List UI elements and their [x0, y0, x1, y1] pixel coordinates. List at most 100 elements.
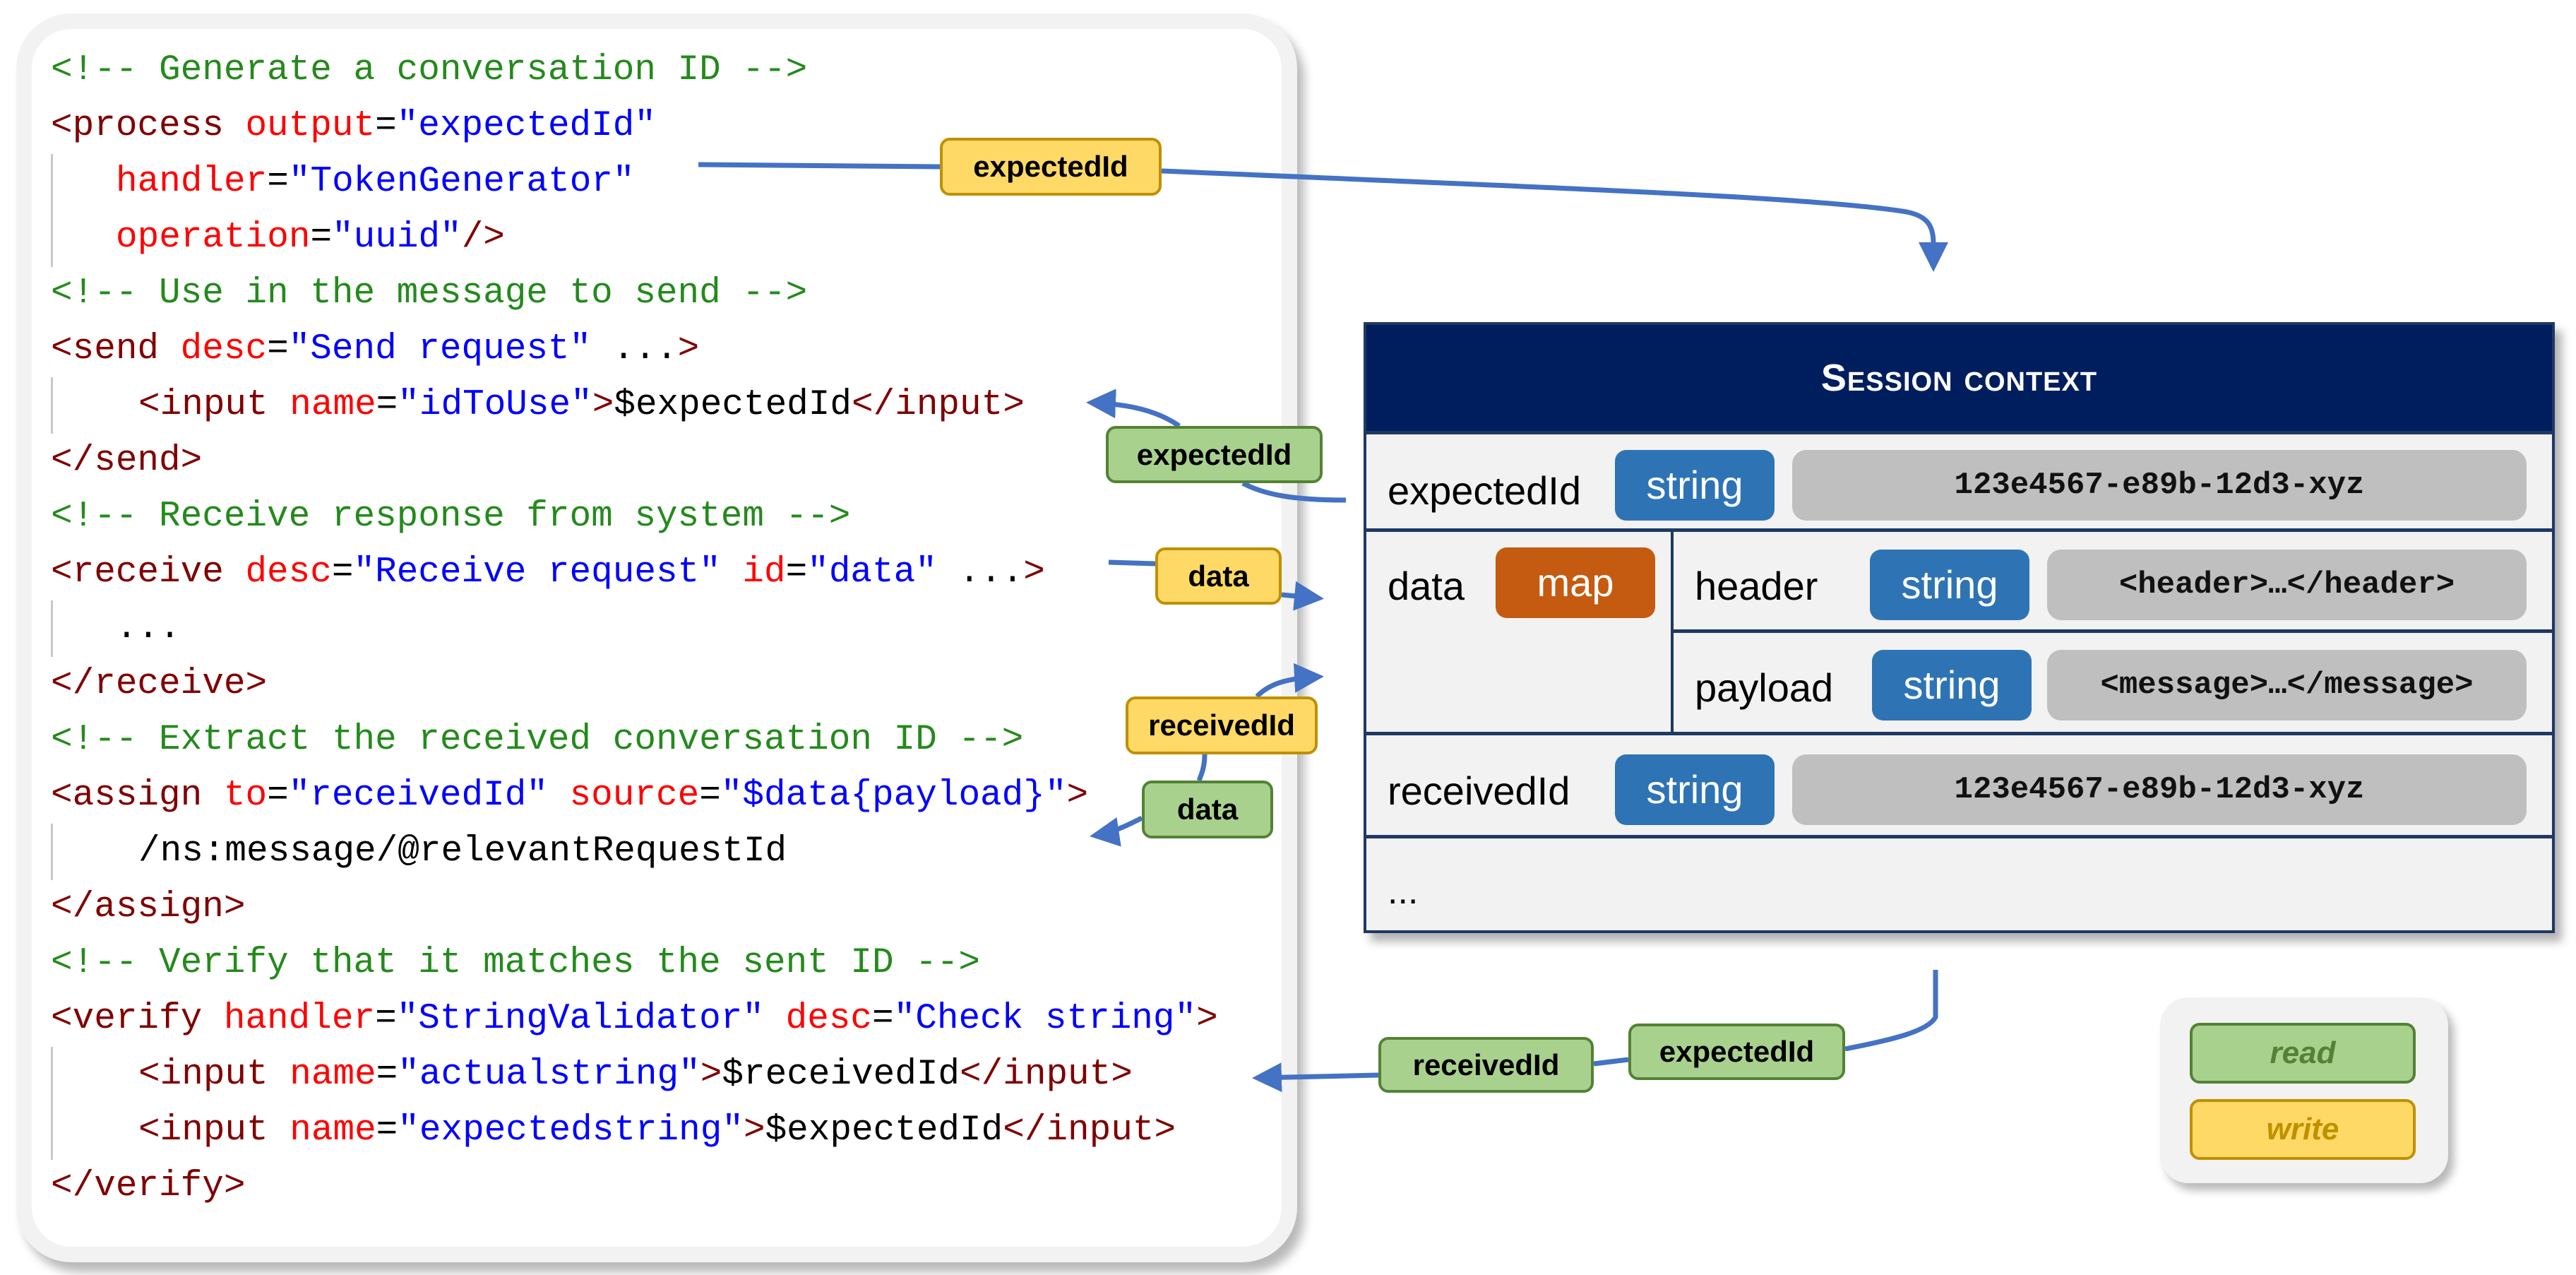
code-token-eq: =	[375, 999, 397, 1039]
code-line-verify-close: </verify>	[51, 1158, 245, 1214]
code-token-tag: <assign	[51, 776, 224, 816]
read-tag-receivedId: receivedId	[1378, 1037, 1594, 1093]
code-token-val: "expectedstring"	[398, 1110, 744, 1151]
indent-guide	[51, 377, 53, 434]
code-token-text: ...	[116, 608, 181, 648]
code-token-tag: >	[1196, 999, 1218, 1039]
type-badge-string: string	[1870, 550, 2029, 620]
code-token-val: "idToUse"	[398, 385, 592, 425]
code-token-eq: =	[267, 776, 289, 816]
code-line-handler: handler="TokenGenerator"	[116, 154, 635, 210]
code-line-assign-close: </assign>	[51, 879, 245, 935]
code-token-val: "data"	[807, 552, 937, 593]
read-tag-expectedId: expectedId	[1106, 426, 1323, 483]
code-token-val: "StringValidator"	[396, 999, 764, 1039]
code-token-tag: </verify>	[51, 1166, 246, 1206]
code-line-assign-xpath: /ns:message/@relevantRequestId	[138, 824, 787, 879]
more-entries-ellipsis: ...	[1388, 871, 1419, 912]
code-token-attr: operation	[116, 218, 311, 258]
legend: read write	[2160, 997, 2448, 1183]
var-name-header: header	[1695, 564, 1818, 608]
code-token-tag: >	[1023, 552, 1045, 593]
code-token-attr: handler	[223, 999, 376, 1039]
code-token-val: "Receive request"	[353, 552, 721, 593]
code-token-eq: =	[267, 162, 289, 202]
type-badge-string: string	[1615, 754, 1775, 825]
code-token-tag: </send>	[51, 441, 203, 481]
code-token-attr: to	[223, 776, 268, 816]
code-token-val: "uuid"	[332, 218, 462, 258]
code-line-send-close: </send>	[51, 433, 202, 489]
code-token-attr: handler	[116, 162, 268, 202]
row-divider	[1366, 835, 2552, 838]
code-token-eq: =	[785, 552, 808, 593]
code-line-send-input: <input name="idToUse">$expectedId</input…	[138, 377, 1025, 433]
row-divider	[1672, 629, 2552, 633]
code-token-attr: id	[742, 552, 786, 593]
code-token-eq: =	[376, 1110, 398, 1151]
code-line-operation: operation="uuid"/>	[116, 210, 505, 266]
code-line-send: <send desc="Send request" ...>	[51, 321, 699, 377]
code-token-attr: name	[290, 1055, 376, 1095]
code-token-val: "Send request"	[288, 329, 592, 369]
write-tag-data: data	[1155, 547, 1282, 605]
code-token-tag: <input	[138, 385, 290, 425]
row-divider	[1366, 431, 2552, 434]
code-token-eq: =	[376, 1055, 398, 1095]
var-name-receivedId: receivedId	[1388, 769, 1570, 813]
indent-guide	[51, 154, 53, 267]
code-token-tag: <process	[51, 106, 246, 146]
code-token-eq: =	[699, 776, 721, 816]
write-tag-receivedId: receivedId	[1126, 696, 1318, 754]
read-tag-expectedId: expectedId	[1628, 1024, 1845, 1080]
type-badge-map: map	[1496, 547, 1655, 618]
code-token-comment: <!-- Generate a conversation ID -->	[51, 50, 808, 90]
code-token-tag: >	[743, 1110, 765, 1151]
code-token-tag: />	[461, 218, 505, 258]
code-token-tag: <receive	[51, 552, 246, 593]
code-token-text: ...	[936, 552, 1024, 593]
code-token-tag: >	[700, 1055, 722, 1095]
code-token-text: ...	[591, 329, 678, 369]
value-header: <header>…</header>	[2047, 550, 2527, 620]
code-token-comment: <!-- Use in the message to send -->	[51, 273, 808, 314]
code-token-tag: >	[592, 385, 614, 425]
code-line-comment-verify: <!-- Verify that it matches the sent ID …	[51, 935, 980, 991]
code-token-val: "Check string"	[893, 999, 1197, 1039]
code-line-assign: <assign to="receivedId" source="$data{pa…	[51, 768, 1088, 824]
code-line-verify-expected: <input name="expectedstring">$expectedId…	[138, 1103, 1176, 1158]
code-line-comment-receive: <!-- Receive response from system -->	[51, 489, 850, 545]
legend-read: read	[2190, 1023, 2416, 1084]
var-name-data: data	[1388, 564, 1465, 608]
code-token-attr: output	[245, 106, 376, 146]
code-token-val: "TokenGenerator"	[288, 162, 635, 202]
code-token-text: $expectedId	[614, 385, 852, 425]
code-token-eq: =	[872, 999, 894, 1039]
value-expectedId: 123e4567-e89b-12d3-xyz	[1792, 450, 2527, 521]
code-token-tag: </input>	[960, 1055, 1133, 1095]
code-token-comment: <!-- Extract the received conversation I…	[51, 720, 1024, 760]
code-token-attr: name	[290, 1110, 376, 1151]
code-token-comment: <!-- Receive response from system -->	[51, 497, 851, 537]
type-badge-string: string	[1872, 650, 2032, 720]
code-line-verify-actual: <input name="actualstring">$receivedId</…	[138, 1047, 1133, 1103]
code-token-tag: </input>	[852, 385, 1025, 425]
code-token-comment: <!-- Verify that it matches the sent ID …	[51, 943, 981, 983]
session-context-table: Session context expectedId string 123e45…	[1364, 322, 2555, 933]
legend-write: write	[2190, 1099, 2416, 1160]
code-token-eq: =	[267, 329, 289, 369]
value-payload: <message>…</message>	[2047, 650, 2527, 720]
code-token-attr: name	[290, 385, 376, 425]
code-token-eq: =	[310, 218, 333, 258]
code-token-eq: =	[375, 106, 397, 146]
type-badge-string: string	[1615, 450, 1775, 521]
code-token-tag: </assign>	[51, 887, 246, 927]
code-line-process: <process output="expectedId"	[51, 98, 656, 154]
code-line-verify: <verify handler="StringValidator" desc="…	[51, 991, 1218, 1047]
code-token-val: "$data{payload}"	[720, 776, 1067, 816]
code-token-tag: <input	[138, 1110, 290, 1151]
connector-session-to-verify	[1593, 1057, 1629, 1067]
code-token-val: "expectedId"	[396, 106, 656, 146]
